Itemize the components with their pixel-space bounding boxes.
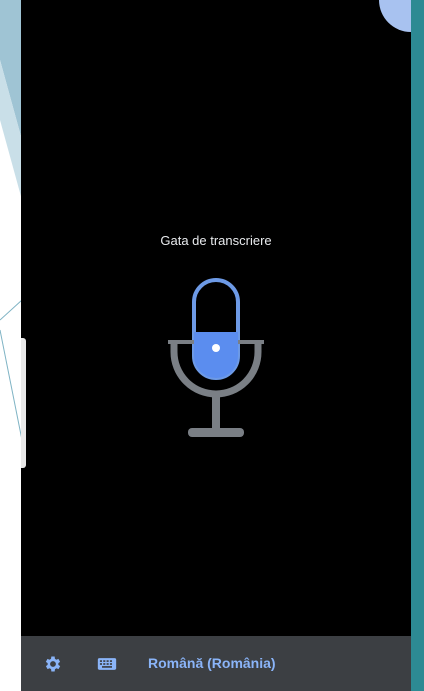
bottom-bar: Română (România) <box>21 636 411 691</box>
decor-line-1 <box>0 299 23 321</box>
decor-line-2 <box>0 329 23 441</box>
gear-icon <box>45 656 61 672</box>
microphone-button[interactable] <box>166 276 266 446</box>
keyboard-button[interactable] <box>97 654 117 674</box>
voice-typing-panel: Gata de transcriere <box>21 0 411 636</box>
mic-stand-base <box>188 428 244 437</box>
settings-button[interactable] <box>43 654 63 674</box>
keyboard-icon <box>97 658 117 670</box>
status-text: Gata de transcriere <box>160 233 272 248</box>
language-selector[interactable]: Română (România) <box>148 655 276 671</box>
mic-level-dot <box>212 344 220 352</box>
screen: Gata de transcriere Română (România) <box>0 0 424 691</box>
corner-circle-decoration <box>379 0 411 32</box>
right-edge-strip <box>411 0 424 691</box>
mic-capsule-fill <box>194 332 238 378</box>
mic-stand-stem <box>212 394 220 430</box>
side-drag-handle[interactable] <box>21 338 26 468</box>
